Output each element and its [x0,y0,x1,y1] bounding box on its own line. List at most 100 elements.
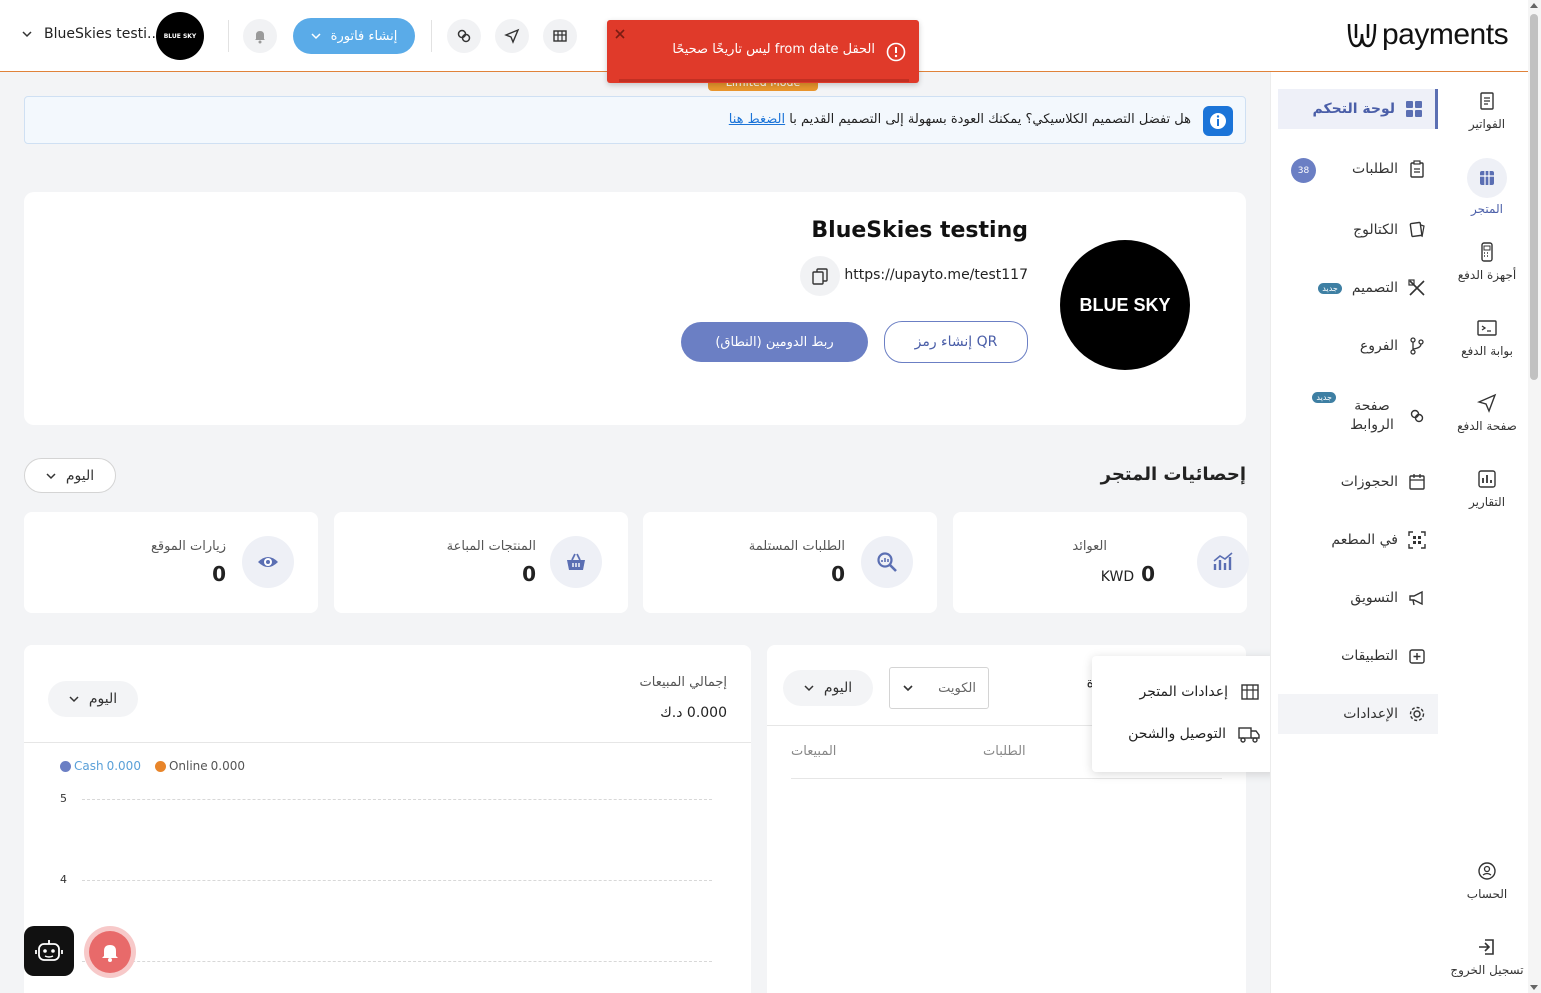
legend-item-cash[interactable]: Cash 0.000 [60,759,141,773]
chevron-down-icon [311,33,321,40]
store-profile-card: BLUE SKY BlueSkies testing https://upayt… [24,192,1246,425]
menu-item-settings[interactable]: الإعدادات [1278,694,1438,734]
rail-item-invoices[interactable]: الفواتير [1446,91,1528,131]
bell-icon [102,945,118,962]
dropdown-item-store-settings[interactable]: إعدادات المتجر [1140,683,1260,701]
store-icon-wrapper [1467,158,1507,198]
toast-close-button[interactable] [613,27,627,41]
rail-item-logout[interactable]: تسجيل الخروج [1446,937,1528,977]
brand-logo[interactable]: payments [1346,18,1509,52]
grid-line [82,880,712,881]
menu-item-label: الطلبات [1352,161,1398,177]
catalog-icon [1409,221,1425,238]
y-tick-label: 4 [60,873,67,886]
rail-item-label: أجهزة الدفع [1457,268,1517,282]
col-header-orders: الطلبات [983,744,1026,759]
rail-item-account[interactable]: الحساب [1446,861,1528,901]
links-button[interactable] [447,19,481,53]
legend-item-online[interactable]: Online 0.000 [154,759,245,773]
rail-item-payment-page[interactable]: صفحة الدفع [1446,393,1528,433]
new-badge: جديد [1318,282,1342,294]
brand-mark-icon [1347,23,1377,48]
menu-item-branches[interactable]: الفروع [1278,326,1438,366]
chevron-down-icon [804,685,814,692]
stats-period-select[interactable]: اليوم [24,458,116,493]
notifications-button[interactable] [243,19,277,53]
stats-period-label: اليوم [65,467,95,484]
sales-period-label: اليوم [88,691,118,707]
country-value: الكويت [938,680,976,696]
truck-icon [1238,727,1260,743]
legend-swatch-cash [60,760,71,772]
push-notification-button[interactable] [84,926,136,978]
send-button[interactable] [495,19,529,53]
toast-progress [619,79,909,82]
menu-item-label: التسويق [1350,590,1398,606]
header-divider [228,20,229,52]
menu-item-restaurant[interactable]: في المطعم [1278,520,1438,560]
total-sales-title: إجمالي المبيعات [639,675,727,690]
copy-url-button[interactable] [800,256,840,296]
stat-label: زيارات الموقع [150,539,226,554]
chatbot-button[interactable] [24,926,74,976]
store-button[interactable] [543,19,577,53]
stat-card-revenue: العوائد KWD 0 [953,512,1249,613]
table-header-divider [791,778,1222,779]
table-period-label: اليوم [823,680,853,696]
country-select[interactable]: الكويت [889,667,989,709]
rail-item-label: بوابة الدفع [1461,344,1513,358]
scroll-up-arrow-icon[interactable] [1530,2,1538,10]
legend-label-online: Online [168,759,208,773]
info-icon [1203,106,1233,136]
menu-item-apps[interactable]: التطبيقات [1278,636,1438,676]
robot-icon [35,940,63,961]
rail-item-payment-gateway[interactable]: بوابة الدفع [1446,318,1528,358]
menu-item-label: الفروع [1359,338,1398,354]
menu-item-link-page[interactable]: جديد صفحة الروابط [1278,392,1438,438]
design-tools-icon [1408,279,1425,296]
scrollbar-thumb[interactable] [1530,14,1538,380]
store-url[interactable]: https://upayto.me/test117 [844,267,1028,283]
toast-message: الحقل from date ليس تاريخًا صحيحًا [672,42,875,57]
dropdown-item-shipping[interactable]: التوصيل والشحن [1128,725,1260,743]
menu-item-design[interactable]: جديد التصميم [1278,268,1438,308]
stat-value: 0 [831,562,845,586]
store-name: BlueSkies testi... [44,26,161,42]
notice-link[interactable]: الضغط هنا [729,112,785,127]
link-domain-button[interactable]: ربط الدومين (النطاق) [681,322,868,362]
settings-dropdown: إعدادات المتجر التوصيل والشحن [1092,656,1278,772]
store-avatar[interactable]: BLUE SKY [156,12,204,60]
menu-item-marketing[interactable]: التسويق [1278,578,1438,618]
table-period-select[interactable]: اليوم [783,670,873,706]
scroll-down-arrow-icon[interactable] [1530,983,1538,991]
chevron-down-icon [69,696,79,703]
create-qr-button[interactable]: إنشاء رمز QR [884,321,1028,363]
menu-item-catalog[interactable]: الكتالوج [1278,210,1438,250]
col-header-sales: المبيعات [791,744,837,759]
pos-terminal-icon [1481,242,1493,262]
orders-count-badge: 38 [1291,158,1316,183]
chart-icon [1197,536,1249,588]
invoice-icon [1480,92,1494,110]
link-icon [1410,409,1424,423]
rail-item-store[interactable]: المتجر [1446,158,1528,216]
menu-item-label: الإعدادات [1343,706,1398,722]
legend-total-cash: 0.000 [106,759,141,773]
megaphone-icon [1409,590,1423,606]
dropdown-item-label: إعدادات المتجر [1139,684,1228,700]
store-title: BlueSkies testing [811,218,1028,243]
rail-item-payment-devices[interactable]: أجهزة الدفع [1446,242,1528,282]
sales-period-select[interactable]: اليوم [48,681,138,717]
header-divider [431,20,432,52]
rail-item-reports[interactable]: التقارير [1446,469,1528,509]
new-badge: جديد [1312,392,1336,403]
store-selector[interactable]: BlueSkies testi... [22,26,160,42]
chart-legend: Cash 0.000 Online 0.000 [60,759,245,773]
stat-value: KWD 0 [1101,562,1155,586]
menu-item-bookings[interactable]: الحجوزات [1278,462,1438,502]
create-invoice-button[interactable]: إنشاء فاتورة [293,18,415,54]
panel-divider [24,742,751,743]
menu-item-dashboard[interactable]: لوحة التحكم [1278,89,1438,129]
notice-message: هل تفضل التصميم الكلاسيكي؟ يمكنك العودة … [789,112,1191,127]
stat-value: 0 [212,562,226,586]
